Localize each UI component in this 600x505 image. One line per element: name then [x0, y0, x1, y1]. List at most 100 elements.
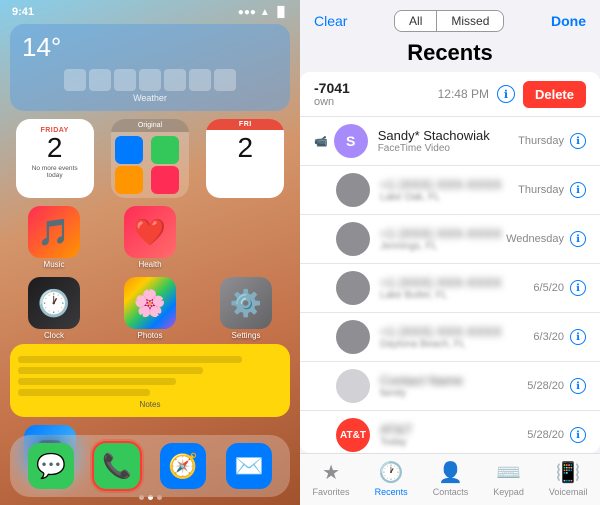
call-time-6: 5/28/20	[527, 429, 564, 441]
notes-widget[interactable]: Notes	[10, 344, 290, 417]
delete-button[interactable]: Delete	[523, 81, 586, 108]
settings-app-label: Settings	[232, 331, 261, 340]
recents-title: Recents	[300, 38, 600, 72]
call-avatar-4	[336, 320, 370, 354]
settings-icon: ⚙️	[230, 288, 262, 319]
video-indicator: 📹	[314, 135, 328, 148]
delete-info: -7041 own	[314, 80, 438, 108]
voicemail-icon: 📳	[556, 460, 581, 485]
notes-line	[18, 367, 203, 374]
orig-icon-2	[151, 136, 179, 164]
sandy-call-type: FaceTime Video	[378, 143, 518, 154]
call-item-4[interactable]: +1 (XXX) XXX-XXXX Daytona Beach, FL 6/3/…	[300, 313, 600, 362]
favorites-icon: ★	[322, 460, 340, 485]
app-music-wrap[interactable]: 🎵 Music	[10, 206, 98, 269]
call-main-5: Contact Name family	[380, 373, 527, 399]
voicemail-label: Voicemail	[549, 487, 588, 497]
cal-date-small: 2	[206, 130, 284, 168]
delete-number: -7041	[314, 80, 438, 96]
call-item-3[interactable]: +1 (XXX) XXX-XXXX Lake Butler, FL 6/5/20…	[300, 264, 600, 313]
call-info-btn-6[interactable]: ℹ	[570, 427, 586, 443]
safari-dock-icon[interactable]: 🧭	[160, 443, 206, 489]
status-icons: ●●● ▲ ▐▌	[238, 7, 288, 18]
call-info-btn-4[interactable]: ℹ	[570, 329, 586, 345]
contacts-icon: 👤	[438, 460, 463, 485]
keypad-icon: ⌨️	[496, 460, 521, 485]
delete-row[interactable]: -7041 own 12:48 PM ℹ Delete	[300, 72, 600, 117]
call-item-2[interactable]: +1 (XXX) XXX-XXXX Jennings, FL Wednesday…	[300, 215, 600, 264]
health-app-icon[interactable]: ❤️	[124, 206, 176, 258]
nav-contacts[interactable]: 👤 Contacts	[433, 460, 469, 497]
weather-widget[interactable]: 14° Weather	[10, 24, 290, 111]
call-name-6: AT&T	[380, 422, 527, 437]
call-name-4: +1 (XXX) XXX-XXXX	[380, 324, 533, 339]
nav-voicemail[interactable]: 📳 Voicemail	[549, 460, 588, 497]
call-info-btn-3[interactable]: ℹ	[570, 280, 586, 296]
call-time-1: Thursday	[518, 184, 564, 196]
sandy-call-main: Sandy* Stachowiak FaceTime Video	[378, 128, 518, 154]
calendar-widget[interactable]: FRIDAY 2 No more events today	[16, 119, 94, 198]
calendar-date: 2	[24, 134, 86, 162]
messages-dock-icon[interactable]: 💬	[28, 443, 74, 489]
orig-icon-1	[115, 136, 143, 164]
call-main-4: +1 (XXX) XXX-XXXX Daytona Beach, FL	[380, 324, 533, 350]
weather-day-dot	[214, 69, 236, 91]
call-name-3: +1 (XXX) XXX-XXXX	[380, 275, 533, 290]
call-item-sandy[interactable]: 📹 S Sandy* Stachowiak FaceTime Video Thu…	[300, 117, 600, 166]
photos-icon: 🌸	[134, 288, 166, 319]
call-sub-4: Daytona Beach, FL	[380, 339, 533, 350]
clear-button[interactable]: Clear	[314, 13, 347, 29]
nav-recents[interactable]: 🕐 Recents	[375, 460, 408, 497]
mail-icon: ✉️	[234, 452, 264, 481]
call-item-1[interactable]: +1 (XXX) XXX-XXXX Lake Oak, FL Thursday …	[300, 166, 600, 215]
cal-header-small: FRI	[206, 119, 284, 130]
wifi-icon: ▲	[260, 7, 270, 18]
mail-dock-icon[interactable]: ✉️	[226, 443, 272, 489]
done-button[interactable]: Done	[551, 13, 586, 29]
clock-app-icon[interactable]: 🕐	[28, 277, 80, 329]
call-list: -7041 own 12:48 PM ℹ Delete 📹 S Sandy* S…	[300, 72, 600, 453]
notes-line	[18, 378, 176, 385]
phone-dock-icon[interactable]: 📞	[94, 443, 140, 489]
call-info-btn-5[interactable]: ℹ	[570, 378, 586, 394]
music-app-icon[interactable]: 🎵	[28, 206, 80, 258]
sandy-name: Sandy* Stachowiak	[378, 128, 518, 143]
settings-app-icon[interactable]: ⚙️	[220, 277, 272, 329]
call-avatar-3	[336, 271, 370, 305]
sandy-info-button[interactable]: ℹ	[570, 133, 586, 149]
call-item-6[interactable]: AT&T AT&T Today 5/28/20 ℹ	[300, 411, 600, 453]
delete-info-button[interactable]: ℹ	[497, 85, 515, 103]
weather-label: Weather	[22, 93, 278, 103]
call-info-btn-2[interactable]: ℹ	[570, 231, 586, 247]
calendar-note: No more events today	[24, 165, 86, 179]
app-photos-wrap[interactable]: 🌸 Photos	[106, 277, 194, 340]
app-grid-row2: 🕐 Clock 🌸 Photos ⚙️ Settings	[0, 273, 300, 344]
home-screen: 9:41 ●●● ▲ ▐▌ 14° Weather FRIDAY 2	[0, 0, 300, 505]
app-settings-wrap[interactable]: ⚙️ Settings	[202, 277, 290, 340]
delete-sub: own	[314, 96, 438, 108]
tab-missed[interactable]: Missed	[437, 11, 503, 31]
health-icon: ❤️	[134, 217, 166, 248]
app-clock-wrap[interactable]: 🕐 Clock	[10, 277, 98, 340]
original-widget[interactable]: Original	[111, 119, 189, 198]
call-item-5[interactable]: Contact Name family 5/28/20 ℹ	[300, 362, 600, 411]
nav-favorites[interactable]: ★ Favorites	[313, 460, 350, 497]
music-app-label: Music	[44, 260, 65, 269]
app-health-wrap[interactable]: ❤️ Health	[106, 206, 194, 269]
call-name-1: +1 (XXX) XXX-XXXX	[380, 177, 518, 192]
sandy-avatar: S	[334, 124, 368, 158]
weather-day-dot	[89, 69, 111, 91]
call-avatar-2	[336, 222, 370, 256]
photos-app-icon[interactable]: 🌸	[124, 277, 176, 329]
tab-all[interactable]: All	[395, 11, 437, 31]
calendar-small-widget[interactable]: FRI 2	[206, 119, 284, 198]
status-time: 9:41	[12, 6, 34, 18]
call-info-btn-1[interactable]: ℹ	[570, 182, 586, 198]
dock: 💬 📞 🧭 ✉️	[10, 435, 290, 497]
call-main-2: +1 (XXX) XXX-XXXX Jennings, FL	[380, 226, 506, 252]
call-sub-5: family	[380, 388, 527, 399]
safari-icon: 🧭	[168, 452, 198, 481]
signal-icon: ●●●	[238, 7, 256, 18]
notes-line	[18, 356, 242, 363]
nav-keypad[interactable]: ⌨️ Keypad	[493, 460, 524, 497]
